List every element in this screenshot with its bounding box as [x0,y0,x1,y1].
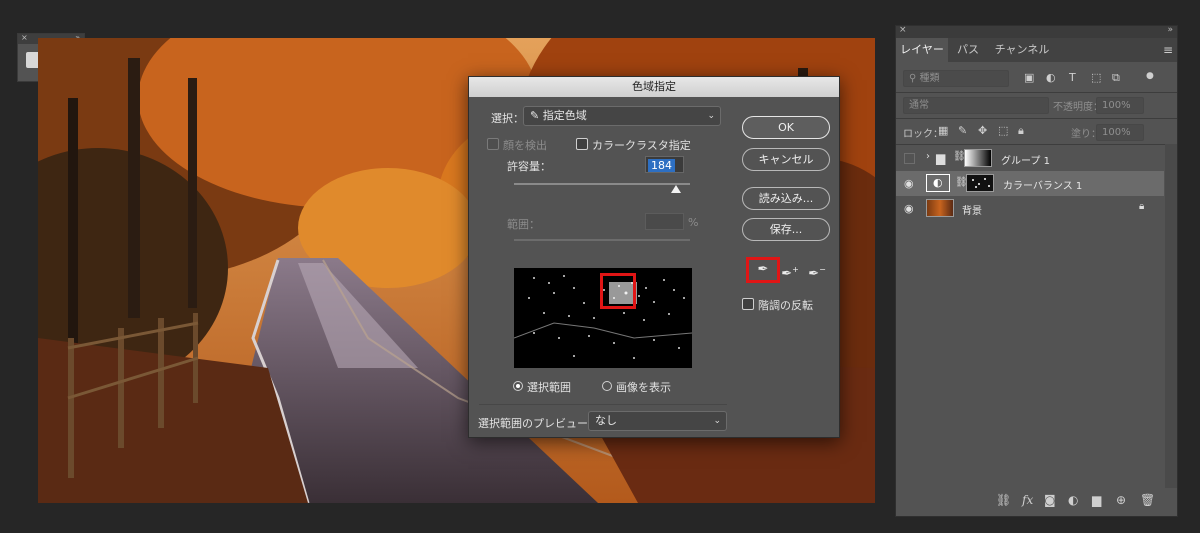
layer-thumbnail[interactable] [926,199,954,217]
layers-panel-titlebar: × » [896,25,1177,38]
new-layer-icon[interactable]: ⊕ [1116,493,1126,507]
eyedropper-minus-icon[interactable]: ✒− [806,259,828,281]
folder-icon: ▆ [936,151,946,165]
layer-mask-thumbnail[interactable] [964,149,992,167]
divider [896,92,1177,93]
visibility-toggle-empty[interactable] [904,153,915,164]
layer-row-background[interactable]: ◉ 背景 🔒︎ [896,196,1164,221]
layer-name: カラーバランス 1 [1003,181,1083,192]
range-unit: % [688,216,699,229]
preview-mode-dropdown[interactable]: なし ⌄ [588,411,727,431]
detect-faces-label: 顔を検出 [503,139,547,152]
selection-radio[interactable] [513,381,523,391]
collapse-icon[interactable]: » [1167,25,1173,35]
eye-icon[interactable]: ◉ [904,202,914,215]
divider [896,118,1177,119]
layer-row-group[interactable]: › ▆ ⛓ グループ 1 [896,146,1164,171]
preview-mode-label: 選択範囲のプレビュー： [478,417,599,430]
link-layers-icon[interactable]: ⛓ [996,493,1011,507]
chevron-right-icon[interactable]: › [926,151,930,162]
fuzziness-value: 184 [648,159,675,172]
fuzziness-slider-thumb[interactable] [670,185,681,193]
selection-radio-label: 選択範囲 [527,381,571,394]
color-range-dialog: 色域指定 選択： ✎ 指定色域 ⌄ 顔を検出 カラークラスタ指定 許容量： 18… [468,76,840,438]
fuzziness-field[interactable]: 184 [645,156,684,173]
divider [896,144,1177,145]
new-adjustment-icon[interactable]: ◐ [1068,493,1078,507]
preview-highlight-box [600,273,636,309]
smart-object-filter-icon[interactable]: ⧉ [1112,71,1120,85]
ok-button[interactable]: OK [742,116,830,139]
image-radio[interactable] [602,381,612,391]
type-filter-icon[interactable]: T [1069,71,1076,84]
cancel-button[interactable]: キャンセル [742,148,830,171]
layers-bottom-toolbar: ⛓ fx ◙ ◐ ▆ ⊕ 🗑︎ [896,490,1164,514]
search-icon: ⚲ [909,73,920,84]
opacity-value: 100% [1102,100,1131,111]
select-label: 選択： [491,112,524,125]
image-radio-label: 画像を表示 [616,381,671,394]
trash-icon[interactable]: 🗑︎ [1140,493,1155,507]
layer-mask-thumbnail[interactable] [966,174,994,192]
blend-mode-value: 通常 [909,100,929,111]
localized-clusters-checkbox[interactable] [576,138,588,150]
layer-name: グループ 1 [1001,156,1050,167]
filter-toggle-icon[interactable]: ● [1146,71,1154,81]
opacity-field[interactable]: 100% [1096,97,1144,114]
lock-image-icon[interactable]: ✎ [958,124,967,137]
fuzziness-slider-track[interactable] [514,183,690,185]
dialog-divider [479,404,727,405]
layers-panel-tabs: レイヤー パス チャンネル ≡ [896,38,1177,62]
close-icon[interactable]: × [21,33,28,42]
fuzziness-label: 許容量： [507,160,551,173]
chevron-down-icon: ⌄ [707,111,715,121]
dialog-title: 色域指定 [469,77,839,97]
new-group-icon[interactable]: ▆ [1092,493,1101,507]
detect-faces-checkbox[interactable] [487,138,499,150]
layer-row-color-balance[interactable]: ◉ ◐ ⛓ カラーバランス 1 [896,171,1164,196]
fx-icon[interactable]: fx [1022,493,1033,507]
range-label: 範囲： [507,218,540,231]
fill-field[interactable]: 100% [1096,124,1144,141]
layers-scrollbar[interactable] [1165,144,1177,488]
localized-clusters-label: カラークラスタ指定 [592,139,691,152]
save-button[interactable]: 保存... [742,218,830,241]
adjustment-thumbnail[interactable]: ◐ [926,174,950,192]
tab-channels[interactable]: チャンネル [988,38,1056,62]
invert-checkbox[interactable] [742,298,754,310]
load-button[interactable]: 読み込み... [742,187,830,210]
adjustment-filter-icon[interactable]: ◐ [1046,71,1056,84]
lock-position-icon[interactable]: ✥ [978,124,987,137]
invert-label: 階調の反転 [758,299,813,312]
select-value: 指定色域 [542,109,587,122]
lock-all-icon[interactable]: 🔒︎ [1018,124,1024,138]
add-mask-icon[interactable]: ◙ [1044,493,1056,507]
range-field[interactable] [645,213,684,230]
chevron-down-icon: ⌄ [713,416,721,426]
lock-transparency-icon[interactable]: ▦ [938,124,948,137]
eye-icon[interactable]: ◉ [904,177,914,190]
select-dropdown[interactable]: ✎ 指定色域 ⌄ [523,106,721,126]
tab-layers[interactable]: レイヤー [896,38,948,62]
kind-filter-dropdown[interactable]: ⚲ 種類 [903,70,1009,87]
tab-paths[interactable]: パス [951,38,985,62]
lock-label: ロック： [903,129,943,140]
eyedropper-icon: ✎ [530,109,543,122]
range-slider-track[interactable] [514,239,690,241]
blend-mode-dropdown[interactable]: 通常 [903,97,1049,114]
fill-value: 100% [1102,127,1131,138]
eyedropper-plus-icon[interactable]: ✒+ [779,259,801,281]
image-filter-icon[interactable]: ▣ [1024,71,1034,84]
lock-icon: 🔒︎ [1139,201,1145,212]
kind-filter-value: 種類 [919,73,940,84]
shape-filter-icon[interactable]: ⬚ [1091,71,1101,84]
panel-menu-icon[interactable]: ≡ [1163,43,1173,57]
layer-name: 背景 [962,206,982,217]
eyedropper-icon[interactable]: ✒ [752,259,774,281]
lock-artboard-icon[interactable]: ⬚ [998,124,1008,137]
adjustment-icon: ◐ [933,176,943,189]
close-icon[interactable]: × [899,25,907,35]
layers-panel: × » レイヤー パス チャンネル ≡ ⚲ 種類 ▣ ◐ T ⬚ ⧉ ● 通常 … [895,25,1178,517]
preview-mode-value: なし [595,414,617,427]
